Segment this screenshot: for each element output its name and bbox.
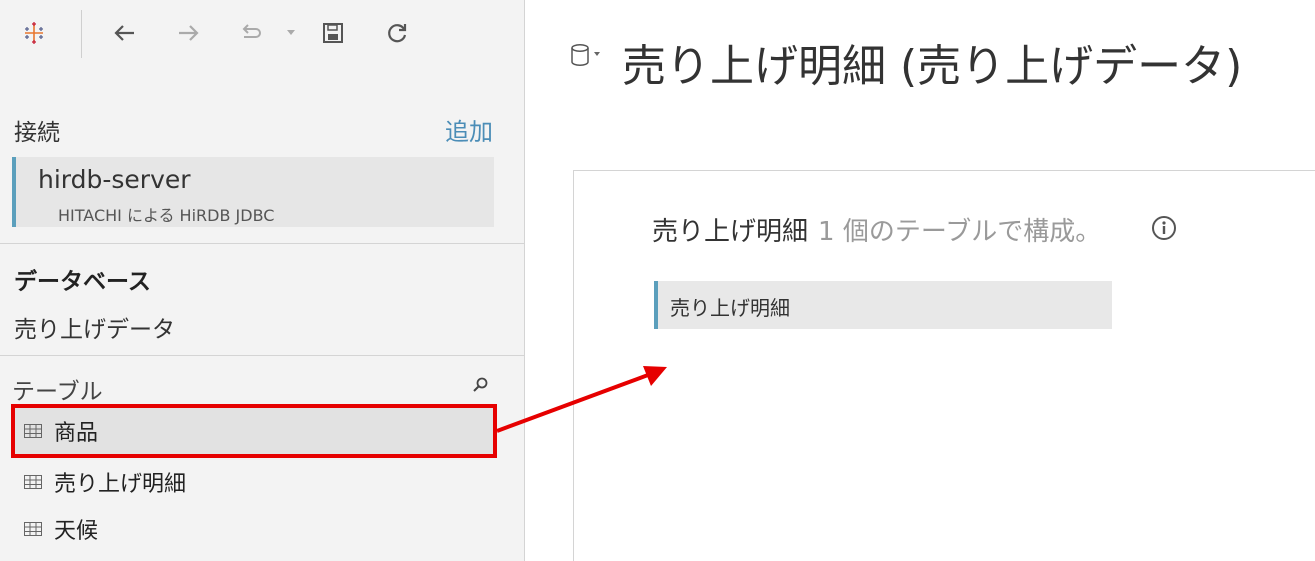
save-icon[interactable]	[316, 16, 350, 50]
connection-subtitle: HITACHI による HiRDB JDBC	[58, 206, 275, 225]
table-grid-icon	[24, 475, 42, 489]
database-heading: データベース	[14, 269, 151, 295]
arrow-right-icon[interactable]	[172, 16, 206, 50]
logical-table-uriage-meisai[interactable]: 売り上げ明細	[654, 281, 1112, 329]
database-selector[interactable]: 売り上げデータ	[14, 310, 175, 344]
redo-icon[interactable]	[234, 16, 268, 50]
tableau-data-source-page: 接続 追加 hirdb-server HITACHI による HiRDB JDB…	[0, 0, 1315, 561]
table-item-label: 天候	[54, 519, 99, 544]
connection-item-hirdb-server[interactable]: hirdb-server HITACHI による HiRDB JDBC	[12, 157, 494, 227]
table-item-uriage-meisai[interactable]: 売り上げ明細	[12, 459, 496, 505]
sidebar: 接続 追加 hirdb-server HITACHI による HiRDB JDB…	[0, 0, 525, 561]
logical-table-label: 売り上げ明細	[670, 296, 790, 320]
canvas-caption-description: 1 個のテーブルで構成。	[818, 217, 1102, 247]
search-icon[interactable]	[472, 376, 490, 394]
divider	[0, 355, 525, 356]
table-item-tenko[interactable]: 天候	[12, 506, 496, 552]
toolbar	[0, 0, 525, 66]
table-item-label: 売り上げ明細	[54, 472, 187, 497]
add-connection-link[interactable]: 追加	[445, 112, 493, 147]
refresh-icon[interactable]	[380, 16, 414, 50]
table-grid-icon	[24, 522, 42, 536]
divider	[0, 243, 525, 244]
page-title[interactable]: 売り上げ明細 (売り上げデータ)	[622, 30, 1242, 94]
tableau-logo-icon[interactable]	[17, 16, 51, 50]
datasource-icon[interactable]	[570, 42, 604, 68]
main-content: 売り上げ明細 (売り上げデータ) 売り上げ明細 1 個のテーブルで構成。 売り上げ…	[526, 0, 1315, 561]
tables-label: テーブル	[12, 379, 103, 405]
table-grid-icon	[24, 424, 42, 438]
chevron-down-icon[interactable]	[276, 16, 306, 50]
connections-label: 接続	[14, 120, 60, 146]
connection-name: hirdb-server	[38, 165, 191, 194]
table-item-shohin[interactable]: 商品	[12, 408, 496, 454]
toolbar-separator	[81, 10, 82, 58]
canvas-caption-name: 売り上げ明細	[652, 217, 809, 247]
canvas-panel: 売り上げ明細 1 個のテーブルで構成。 売り上げ明細	[573, 170, 1315, 561]
table-item-label: 商品	[54, 421, 99, 446]
canvas-caption: 売り上げ明細 1 個のテーブルで構成。	[652, 211, 1101, 248]
info-icon[interactable]	[1151, 215, 1177, 241]
arrow-left-icon[interactable]	[107, 16, 141, 50]
